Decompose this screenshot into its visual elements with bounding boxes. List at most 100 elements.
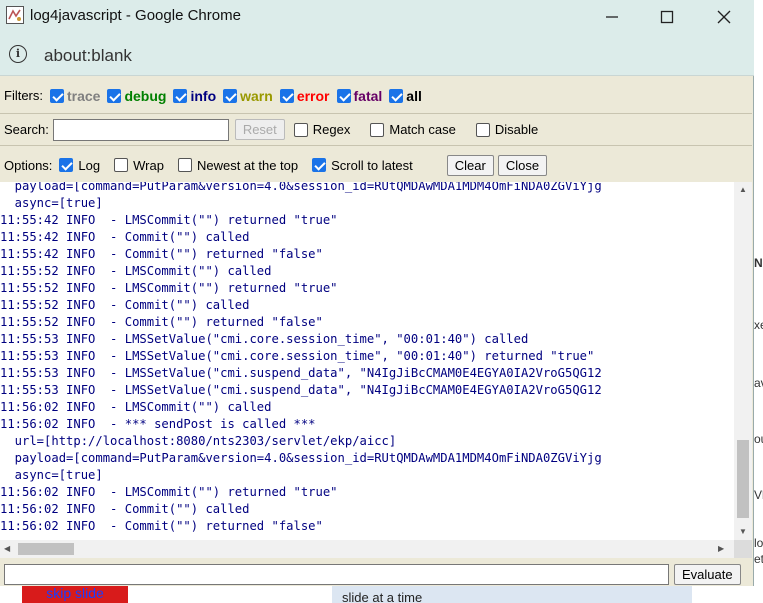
filters-label: Filters: — [4, 88, 43, 103]
maximize-button[interactable] — [652, 4, 682, 30]
filter-warn[interactable]: warn — [223, 88, 273, 104]
bg-fragment: av — [754, 376, 763, 390]
filter-fatal-checkbox[interactable] — [336, 88, 351, 103]
wrap-checkbox[interactable] — [114, 158, 129, 172]
info-icon[interactable]: i — [9, 45, 27, 63]
bg-fragment: ou — [754, 432, 763, 446]
filters-row: Filters: trace debug info warn error fat… — [0, 78, 752, 114]
filter-all-label: all — [406, 87, 422, 104]
log-checkbox[interactable] — [59, 158, 74, 172]
log-line: 11:55:52 INFO - LMSCommit("") called — [0, 264, 272, 278]
filter-all[interactable]: all — [389, 88, 422, 104]
maximize-icon — [660, 10, 674, 24]
close-window-button[interactable] — [709, 4, 739, 30]
filter-debug-checkbox[interactable] — [107, 88, 122, 103]
log-line: async=[true] — [0, 196, 103, 210]
scroll-right-icon[interactable]: ▶ — [718, 544, 724, 553]
filter-trace-checkbox[interactable] — [50, 88, 64, 103]
log4javascript-window: log4javascript - Google Chrome i about:b… — [0, 0, 754, 586]
bg-fragment: Vh — [754, 488, 763, 502]
log-line: 11:56:02 INFO - *** sendPost is called *… — [0, 417, 316, 431]
search-input[interactable] — [52, 118, 229, 141]
slide-note: slide at a time — [332, 586, 692, 603]
filter-error[interactable]: error — [279, 87, 330, 104]
background-page-right — [754, 0, 763, 603]
disable-option[interactable]: Disable — [475, 122, 539, 137]
filter-info[interactable]: info — [173, 88, 216, 104]
match-case-option[interactable]: Match case — [370, 122, 456, 137]
scroll-to-latest-label: Scroll to latest — [331, 157, 413, 173]
log-line: 11:55:53 INFO - LMSSetValue("cmi.suspend… — [0, 366, 602, 380]
evaluate-row: Evaluate — [0, 560, 752, 586]
filter-fatal[interactable]: fatal — [336, 88, 382, 104]
log-line: 11:56:02 INFO - Commit("") called — [0, 502, 250, 516]
scroll-up-icon[interactable]: ▲ — [739, 185, 747, 194]
filter-debug-label: debug — [124, 87, 167, 104]
filter-all-checkbox[interactable] — [389, 88, 404, 103]
scrollbar-corner — [734, 540, 752, 558]
vertical-scrollbar[interactable]: ▲ ▼ — [734, 182, 752, 540]
bg-fragment: lo — [754, 536, 763, 550]
options-label: Options: — [4, 157, 53, 173]
newest-at-top-checkbox[interactable] — [177, 158, 192, 172]
log-line: 11:56:02 INFO - Commit("") returned "fal… — [0, 519, 323, 533]
match-case-label: Match case — [389, 122, 456, 137]
log-line: 11:55:42 INFO - Commit("") called — [0, 230, 250, 244]
log-line: 11:55:42 INFO - LMSCommit("") returned "… — [0, 213, 338, 227]
newest-at-top-label: Newest at the top — [196, 157, 299, 173]
newest-at-top-option[interactable]: Newest at the top — [177, 157, 299, 173]
bg-fragment: ets — [754, 552, 763, 566]
horizontal-scrollbar[interactable]: ◀ ▶ — [0, 540, 734, 558]
reset-button[interactable]: Reset — [234, 119, 285, 140]
wrap-option[interactable]: Wrap — [114, 158, 164, 173]
clear-button[interactable]: Clear — [446, 154, 494, 176]
search-label: Search: — [4, 122, 49, 137]
log-line: payload=[command=PutParam&version=4.0&se… — [0, 182, 602, 193]
log-line: 11:55:52 INFO - Commit("") called — [0, 298, 250, 312]
log-line: 11:56:02 INFO - LMSCommit("") called — [0, 400, 272, 414]
filter-error-label: error — [296, 87, 330, 104]
search-row: Search: Reset Regex Match case Disable — [0, 114, 752, 146]
log-line: 11:55:52 INFO - LMSCommit("") returned "… — [0, 281, 338, 295]
wrap-label: Wrap — [133, 157, 164, 173]
filter-warn-checkbox[interactable] — [223, 88, 238, 103]
minimize-button[interactable] — [597, 4, 627, 30]
log-label: Log — [78, 157, 101, 173]
bg-fragment: xe — [754, 318, 763, 332]
horizontal-scroll-thumb[interactable] — [18, 543, 74, 555]
minimize-icon — [606, 16, 618, 18]
scroll-left-icon[interactable]: ◀ — [4, 544, 10, 553]
app-icon — [6, 6, 24, 24]
filter-trace[interactable]: trace — [50, 88, 100, 104]
address-bar: i about:blank — [0, 34, 754, 76]
url-text[interactable]: about:blank — [44, 46, 132, 66]
log-option[interactable]: Log — [59, 158, 100, 173]
log-line: 11:55:53 INFO - LMSSetValue("cmi.core.se… — [0, 349, 595, 363]
close-button[interactable]: Close — [497, 154, 548, 176]
regex-checkbox[interactable] — [293, 122, 308, 137]
filter-debug[interactable]: debug — [107, 88, 166, 104]
regex-label: Regex — [312, 122, 351, 137]
log-output[interactable]: payload=[command=PutParam&version=4.0&se… — [0, 182, 734, 540]
filter-warn-label: warn — [240, 87, 273, 104]
filter-info-label: info — [190, 87, 217, 104]
match-case-checkbox[interactable] — [370, 122, 385, 137]
evaluate-input[interactable] — [4, 564, 669, 585]
vertical-scroll-thumb[interactable] — [737, 440, 749, 518]
scroll-to-latest-option[interactable]: Scroll to latest — [312, 158, 413, 173]
disable-checkbox[interactable] — [475, 122, 490, 137]
evaluate-button[interactable]: Evaluate — [674, 564, 741, 585]
skip-slide-button[interactable]: skip slide — [22, 585, 128, 603]
disable-label: Disable — [494, 122, 539, 137]
scroll-down-icon[interactable]: ▼ — [739, 527, 747, 536]
log-line: 11:55:42 INFO - Commit("") returned "fal… — [0, 247, 323, 261]
log-line: 11:55:53 INFO - LMSSetValue("cmi.suspend… — [0, 383, 602, 397]
scroll-to-latest-checkbox[interactable] — [312, 158, 327, 172]
bg-fragment: N — [754, 256, 763, 270]
regex-option[interactable]: Regex — [293, 122, 351, 137]
window-title: log4javascript - Google Chrome — [30, 7, 241, 24]
log-line: url=[http://localhost:8080/nts2303/servl… — [0, 434, 397, 448]
filter-info-checkbox[interactable] — [173, 88, 188, 103]
filter-error-checkbox[interactable] — [279, 88, 294, 103]
log-line: 11:55:52 INFO - Commit("") returned "fal… — [0, 315, 323, 329]
